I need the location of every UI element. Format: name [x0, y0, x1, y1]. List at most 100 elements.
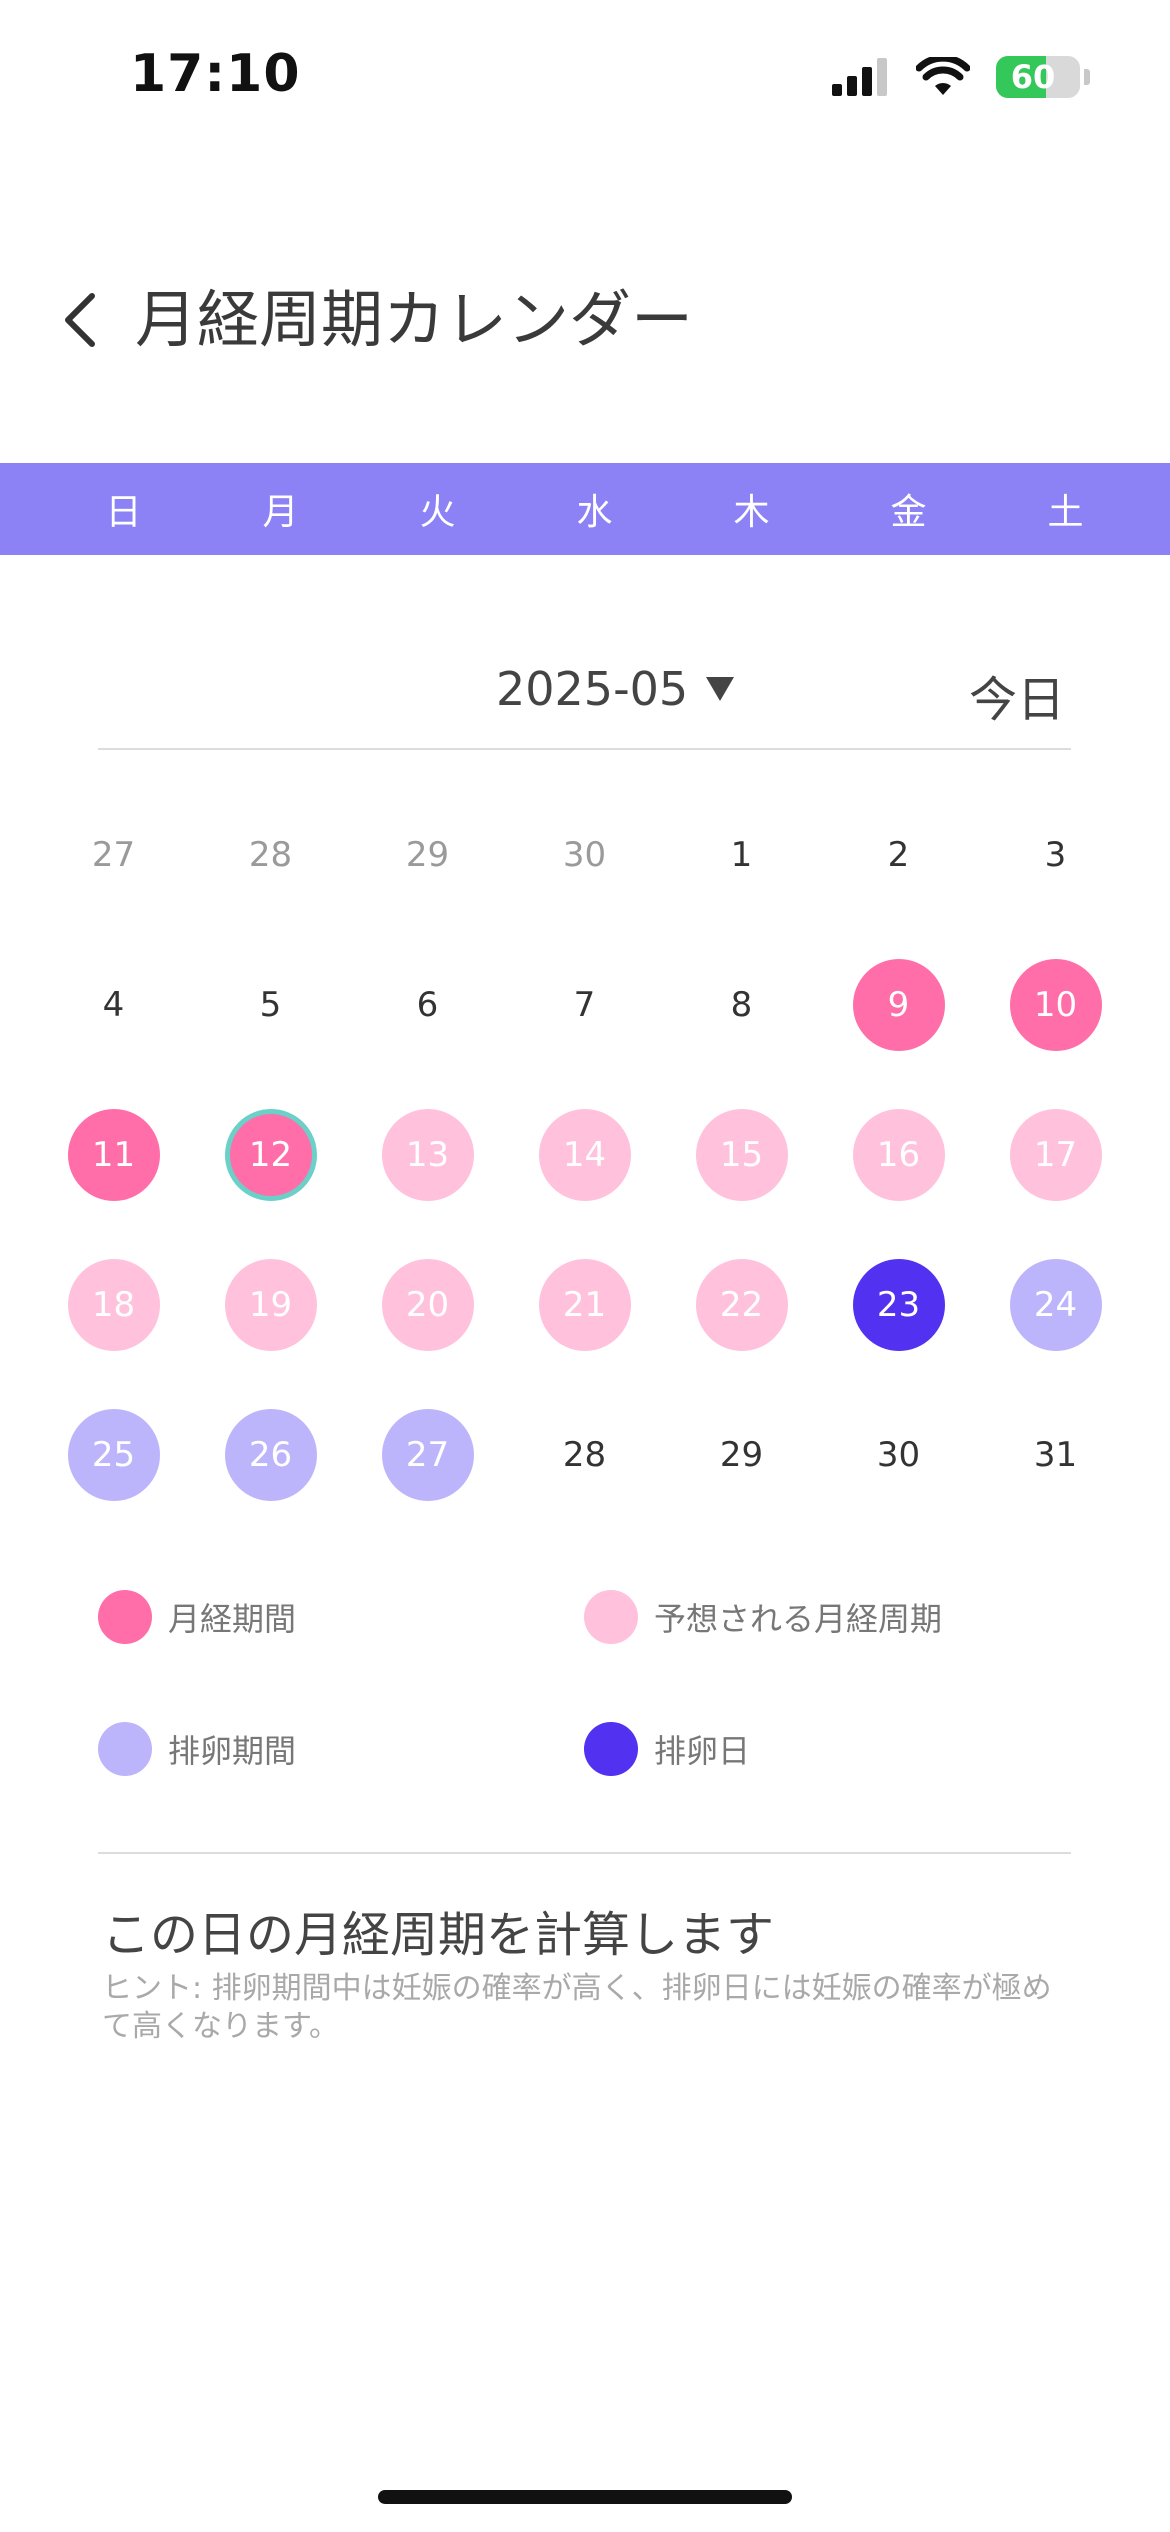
legend-label-ovulation-day: 排卵日 — [654, 1732, 751, 1770]
weekday-sat: 土 — [1047, 492, 1084, 533]
month-selector-row: 2025-05 今日 — [98, 640, 1071, 750]
legend-label-period: 月経期間 — [168, 1600, 297, 1638]
calendar-day-number: 2 — [887, 835, 910, 875]
status-bar: 17:10 60 — [0, 0, 1170, 150]
weekday-tue: 火 — [419, 492, 456, 533]
calendar-day[interactable]: 29 — [663, 1380, 820, 1530]
cellular-signal-icon — [832, 58, 887, 96]
month-value: 2025-05 — [496, 662, 689, 716]
calendar-day-number: 27 — [381, 1409, 474, 1501]
calendar-day-number: 29 — [405, 835, 450, 875]
calendar-day-number: 30 — [562, 835, 607, 875]
legend-dot-ovulation-period — [98, 1722, 152, 1776]
calendar-day-number: 18 — [67, 1259, 160, 1351]
caret-down-icon — [706, 677, 735, 701]
calendar-day-number: 21 — [538, 1259, 631, 1351]
home-indicator[interactable] — [378, 2490, 792, 2504]
calendar-day[interactable]: 23 — [820, 1230, 977, 1380]
calendar-day-number: 3 — [1044, 835, 1067, 875]
calendar-day-number: 15 — [695, 1109, 788, 1201]
calendar-day[interactable]: 29 — [349, 780, 506, 930]
calendar-day[interactable]: 20 — [349, 1230, 506, 1380]
today-button[interactable]: 今日 — [969, 660, 1065, 730]
calendar-grid: 27 28 29 30 1 2 3 4 5 6 7 8 9 10 11 12 13 14 15 16 17 18 19 20 2… — [35, 780, 1135, 1530]
back-button[interactable] — [40, 280, 120, 360]
calendar-day[interactable]: 16 — [820, 1080, 977, 1230]
calendar-day[interactable]: 11 — [35, 1080, 192, 1230]
calendar-day[interactable]: 27 — [35, 780, 192, 930]
calendar-day-number: 30 — [876, 1435, 921, 1475]
calendar-day[interactable]: 2 — [820, 780, 977, 930]
calendar-day-number: 10 — [1009, 959, 1102, 1051]
calendar-day-number: 29 — [719, 1435, 764, 1475]
month-dropdown[interactable]: 2025-05 — [496, 662, 735, 716]
calendar-day[interactable]: 3 — [977, 780, 1134, 930]
calendar-day[interactable]: 19 — [192, 1230, 349, 1380]
calendar-day-number: 4 — [102, 985, 125, 1025]
legend-dot-predicted — [584, 1590, 638, 1644]
calendar-day[interactable]: 4 — [35, 930, 192, 1080]
calendar-day[interactable]: 22 — [663, 1230, 820, 1380]
calendar-day[interactable]: 15 — [663, 1080, 820, 1230]
calendar-day[interactable]: 12 — [192, 1080, 349, 1230]
weekday-fri: 金 — [890, 492, 927, 533]
calendar-day[interactable]: 6 — [349, 930, 506, 1080]
calendar-day[interactable]: 18 — [35, 1230, 192, 1380]
divider — [98, 1852, 1071, 1854]
weekday-header: 日 月 火 水 木 金 土 — [0, 463, 1170, 555]
calendar-day[interactable]: 24 — [977, 1230, 1134, 1380]
info-hint: ヒント: 排卵期間中は妊娠の確率が高く、排卵日には妊娠の確率が極めて高くなります… — [102, 1971, 1052, 2044]
calendar-day[interactable]: 28 — [192, 780, 349, 930]
calendar-day-number: 20 — [381, 1259, 474, 1351]
legend-ovulation-period: 排卵期間 — [98, 1722, 296, 1776]
info-title: この日の月経周期を計算します — [102, 1907, 775, 1963]
legend-period: 月経期間 — [98, 1590, 296, 1644]
calendar-day[interactable]: 9 — [820, 930, 977, 1080]
calendar-day-number: 7 — [573, 985, 596, 1025]
calendar-day-number: 9 — [852, 959, 945, 1051]
calendar-day-number: 17 — [1009, 1109, 1102, 1201]
calendar-day-number: 23 — [852, 1259, 945, 1351]
calendar-day-number: 26 — [224, 1409, 317, 1501]
calendar-day-number: 5 — [259, 985, 282, 1025]
legend-label-predicted: 予想される月経周期 — [654, 1600, 943, 1638]
legend-dot-period — [98, 1590, 152, 1644]
calendar-day[interactable]: 26 — [192, 1380, 349, 1530]
calendar-day[interactable]: 5 — [192, 930, 349, 1080]
calendar-day[interactable]: 27 — [349, 1380, 506, 1530]
calendar-day[interactable]: 1 — [663, 780, 820, 930]
wifi-icon — [916, 57, 970, 95]
calendar-day-number: 28 — [248, 835, 293, 875]
calendar-day[interactable]: 21 — [506, 1230, 663, 1380]
calendar-day-number-selected: 12 — [224, 1109, 317, 1201]
calendar-day-number: 11 — [67, 1109, 160, 1201]
battery-level: 60 — [1010, 58, 1056, 96]
calendar-day-number: 25 — [67, 1409, 160, 1501]
legend-ovulation-day: 排卵日 — [584, 1722, 750, 1776]
calendar-day[interactable]: 17 — [977, 1080, 1134, 1230]
calendar-day-number: 16 — [852, 1109, 945, 1201]
calendar-day[interactable]: 25 — [35, 1380, 192, 1530]
battery-icon: 60 — [996, 56, 1080, 98]
calendar-day[interactable]: 28 — [506, 1380, 663, 1530]
calendar-day[interactable]: 7 — [506, 930, 663, 1080]
calendar-day-number: 1 — [730, 835, 753, 875]
calendar-day-number: 6 — [416, 985, 439, 1025]
calendar-day[interactable]: 30 — [506, 780, 663, 930]
calendar-day-number: 24 — [1009, 1259, 1102, 1351]
chevron-left-icon — [65, 293, 95, 347]
calendar-day[interactable]: 31 — [977, 1380, 1134, 1530]
status-time: 17:10 — [130, 44, 301, 104]
calendar-day[interactable]: 30 — [820, 1380, 977, 1530]
calendar-day[interactable]: 13 — [349, 1080, 506, 1230]
calendar-day-number: 14 — [538, 1109, 631, 1201]
calendar-day-number: 22 — [695, 1259, 788, 1351]
calendar-day[interactable]: 14 — [506, 1080, 663, 1230]
calendar-day-number: 19 — [224, 1259, 317, 1351]
calendar-day[interactable]: 10 — [977, 930, 1134, 1080]
legend: 月経期間 予想される月経周期 排卵期間 排卵日 — [98, 1590, 1071, 1790]
calendar-day-number: 31 — [1033, 1435, 1078, 1475]
calendar-day-number: 28 — [562, 1435, 607, 1475]
weekday-wed: 水 — [576, 492, 613, 533]
calendar-day[interactable]: 8 — [663, 930, 820, 1080]
